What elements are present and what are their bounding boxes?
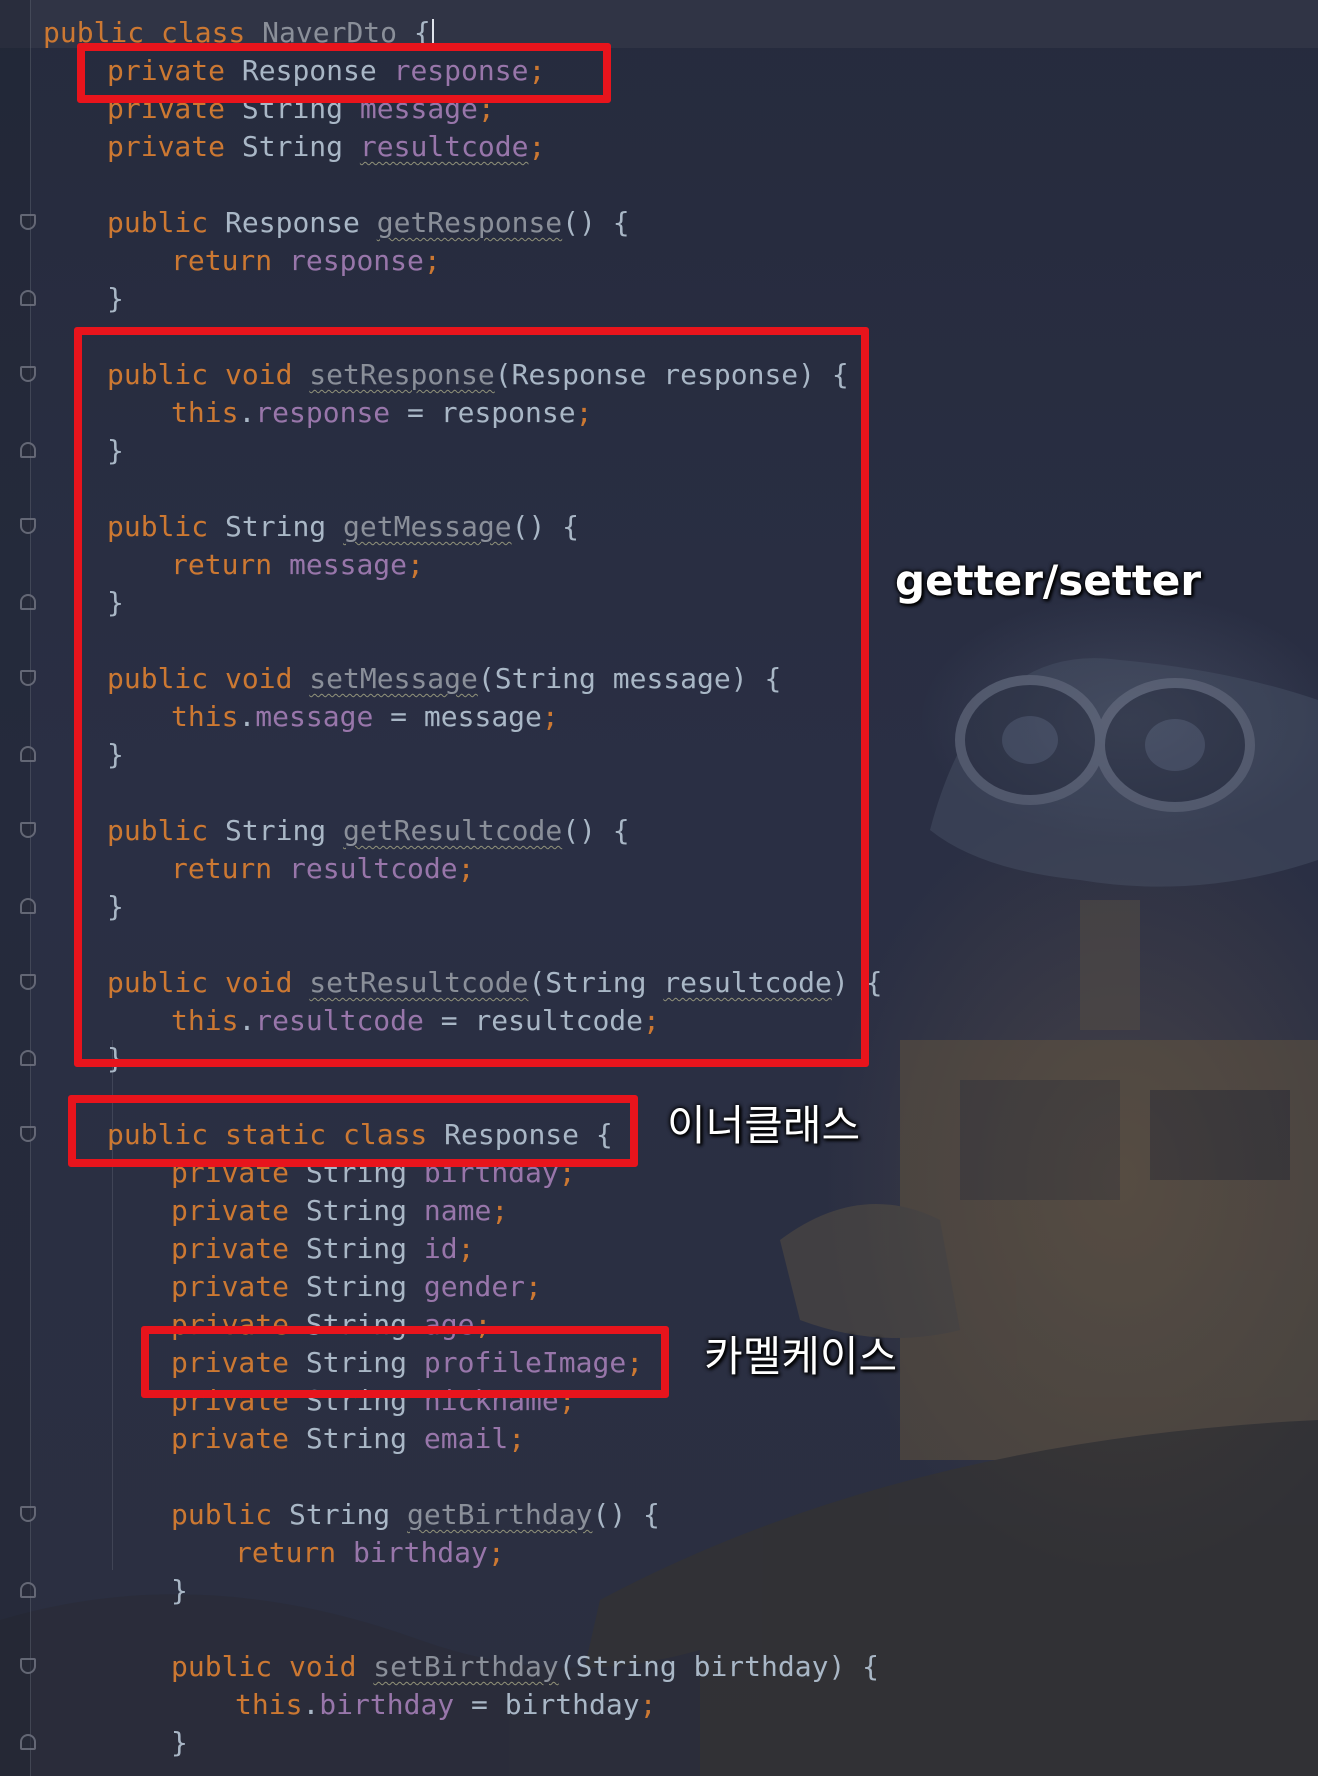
method-close-line[interactable]: }: [171, 1572, 188, 1610]
method-params: () {: [592, 1498, 660, 1531]
fold-close-icon[interactable]: [20, 1582, 36, 1598]
field-type: String: [241, 130, 344, 163]
fold-close-icon[interactable]: [20, 1050, 36, 1066]
method-body-line[interactable]: return birthday;: [235, 1534, 505, 1572]
field-line[interactable]: private String resultcode;: [107, 128, 545, 166]
method-close-line[interactable]: }: [171, 1724, 188, 1762]
brace: }: [107, 282, 124, 315]
inner-field-line[interactable]: private String email;: [171, 1420, 525, 1458]
modifier: private: [171, 1194, 290, 1227]
field-name: email: [423, 1422, 509, 1455]
inner-field-line[interactable]: private String gender;: [171, 1268, 542, 1306]
inner-field-line[interactable]: private String name;: [171, 1192, 508, 1230]
fold-close-icon[interactable]: [20, 746, 36, 762]
modifier: public: [107, 206, 209, 239]
method-body-line[interactable]: this.birthday = birthday;: [235, 1686, 656, 1724]
return-keyword: return: [171, 244, 273, 277]
fold-open-icon[interactable]: [20, 214, 36, 230]
fold-open-icon[interactable]: [20, 1506, 36, 1522]
code-editor[interactable]: public class NaverDto { private Response…: [0, 0, 1318, 1776]
method-signature-line[interactable]: public void setBirthday(String birthday)…: [171, 1648, 879, 1686]
method-params: () {: [562, 206, 630, 239]
field-ref: birthday: [319, 1688, 455, 1721]
method-signature-line[interactable]: public Response getResponse() {: [107, 204, 630, 242]
method-name: getBirthday: [407, 1498, 593, 1531]
inner-field-line[interactable]: private String id;: [171, 1230, 474, 1268]
getter-setter-highlight-box: [74, 327, 869, 1067]
inner-class-highlight-box: [68, 1095, 638, 1167]
field-type: String: [305, 1270, 408, 1303]
fold-open-icon[interactable]: [20, 518, 36, 534]
fold-close-icon[interactable]: [20, 442, 36, 458]
fold-open-icon[interactable]: [20, 822, 36, 838]
fold-open-icon[interactable]: [20, 1658, 36, 1674]
field-type: String: [305, 1194, 408, 1227]
fold-close-icon[interactable]: [20, 898, 36, 914]
field-highlight-box: [77, 43, 611, 103]
modifier: public void: [171, 1650, 357, 1683]
inner-class-annotation: 이너클래스: [667, 1101, 861, 1150]
fold-close-icon[interactable]: [20, 290, 36, 306]
field-ref: response: [289, 244, 424, 277]
semicolon: ;: [423, 244, 441, 277]
fold-close-icon[interactable]: [20, 594, 36, 610]
field-type: String: [305, 1422, 408, 1455]
brace: }: [171, 1726, 188, 1759]
method-signature-line[interactable]: public String getBirthday() {: [171, 1496, 660, 1534]
modifier: private: [171, 1232, 290, 1265]
field-name: gender: [423, 1270, 526, 1303]
field-type: String: [305, 1232, 408, 1265]
method-params: (String birthday) {: [558, 1650, 880, 1683]
fold-close-icon[interactable]: [20, 1734, 36, 1750]
fold-open-icon[interactable]: [20, 974, 36, 990]
camel-case-annotation: 카멜케이스: [704, 1332, 898, 1381]
field-ref: birthday: [353, 1536, 488, 1569]
field-name: id: [423, 1232, 458, 1265]
semicolon: ;: [487, 1536, 505, 1569]
semicolon: ;: [457, 1232, 475, 1265]
this-keyword: this: [235, 1688, 303, 1721]
modifier: private: [107, 130, 226, 163]
return-type: String: [289, 1498, 391, 1531]
modifier: private: [171, 1270, 290, 1303]
assignment: = birthday: [454, 1688, 640, 1721]
field-name: resultcode: [359, 130, 529, 163]
getter-setter-annotation: getter/setter: [895, 556, 1202, 605]
semicolon: ;: [491, 1194, 509, 1227]
brace: }: [171, 1574, 188, 1607]
field-name: name: [423, 1194, 492, 1227]
semicolon: ;: [639, 1688, 657, 1721]
return-type: Response: [225, 206, 360, 239]
fold-open-icon[interactable]: [20, 366, 36, 382]
method-name: setBirthday: [373, 1650, 559, 1683]
method-body-line[interactable]: return response;: [171, 242, 441, 280]
fold-open-icon[interactable]: [20, 670, 36, 686]
modifier: private: [171, 1422, 290, 1455]
method-name: getResponse: [376, 206, 563, 239]
method-close-line[interactable]: }: [107, 280, 124, 318]
fold-open-icon[interactable]: [20, 1126, 36, 1142]
semicolon: ;: [508, 1422, 526, 1455]
modifier: public: [171, 1498, 273, 1531]
semicolon: ;: [525, 1270, 542, 1303]
return-keyword: return: [235, 1536, 337, 1569]
camel-case-highlight-box: [141, 1326, 669, 1398]
semicolon: ;: [528, 130, 546, 163]
